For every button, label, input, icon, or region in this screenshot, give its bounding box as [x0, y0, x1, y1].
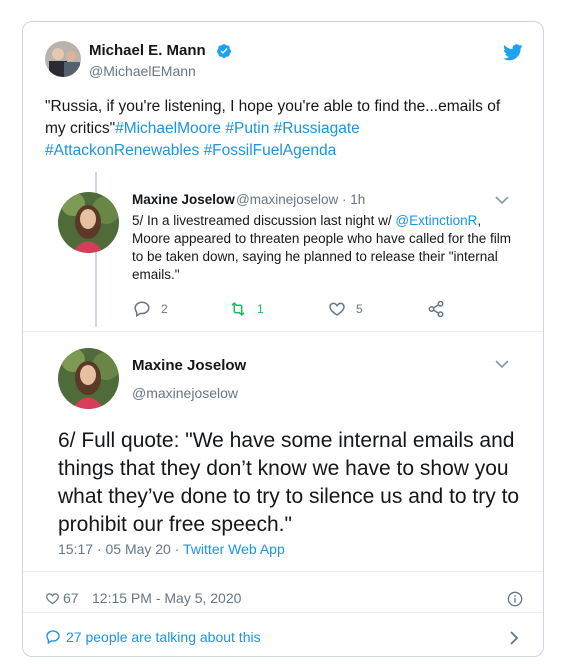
share-icon	[428, 300, 444, 318]
tweet-quote-text: "Russia, if you're listening, I hope you…	[45, 98, 501, 137]
author-avatar[interactable]	[45, 41, 81, 77]
quoted-author-meta[interactable]: @maxinejoselow · 1h	[236, 192, 365, 207]
quoted-text-before: 5/ In a livestreamed discussion last nig…	[132, 213, 396, 228]
reply-count: 2	[161, 302, 168, 316]
quoted-author-name[interactable]: Maxine Joselow	[132, 192, 235, 207]
chevron-down-icon[interactable]	[495, 359, 509, 369]
tweet-embed-card: Michael E. Mann @MichaelEMann "Russia, i…	[22, 21, 544, 657]
quoted-tweet-text: 6/ Full quote: "We have some internal em…	[58, 429, 520, 536]
info-icon[interactable]	[507, 591, 523, 607]
divider	[23, 571, 543, 572]
reply-button[interactable]: 2	[133, 300, 168, 318]
divider	[23, 612, 543, 613]
hashtag-link[interactable]: #Russiagate	[274, 120, 360, 137]
share-button[interactable]	[427, 300, 455, 318]
chevron-down-icon[interactable]	[495, 195, 509, 205]
author-name[interactable]: Michael E. Mann	[89, 42, 206, 59]
quoted-author-handle[interactable]: @maxinejoselow	[132, 385, 238, 401]
heart-icon	[329, 302, 345, 316]
like-button[interactable]: 5	[328, 300, 363, 318]
hashtag-link[interactable]: #Putin	[225, 120, 269, 137]
footer-like-count: 67	[63, 590, 79, 606]
comment-icon	[46, 630, 60, 645]
footer-like-button[interactable]: 67	[45, 590, 79, 606]
heart-icon	[46, 592, 59, 604]
talking-link[interactable]: 27 people are talking about this	[45, 629, 261, 645]
retweet-count: 1	[257, 302, 264, 316]
hashtag-link[interactable]: #AttackonRenewables	[45, 142, 199, 159]
hashtag-link[interactable]: #MichaelMoore	[115, 120, 221, 137]
hashtag-link[interactable]: #FossilFuelAgenda	[204, 142, 337, 159]
twitter-bird-icon[interactable]	[503, 44, 523, 61]
divider	[23, 331, 543, 332]
reply-icon	[134, 301, 150, 318]
tweet-timestamp: 15:17 · 05 May 20 · Twitter Web App	[58, 541, 285, 557]
quoted-author-avatar[interactable]	[58, 348, 119, 409]
quoted-author-avatar[interactable]	[58, 192, 119, 253]
quoted-tweet-text: 5/ In a livestreamed discussion last nig…	[132, 212, 512, 284]
chevron-right-icon[interactable]	[509, 631, 519, 645]
retweet-icon	[231, 301, 245, 317]
verified-badge-icon	[217, 44, 232, 58]
like-count: 5	[356, 302, 363, 316]
quoted-author-name[interactable]: Maxine Joselow	[132, 357, 246, 374]
timestamp-text[interactable]: 15:17 · 05 May 20 ·	[58, 541, 183, 557]
mention-link[interactable]: @ExtinctionR	[395, 213, 477, 228]
author-handle[interactable]: @MichaelEMann	[89, 63, 196, 79]
source-app-link[interactable]: Twitter Web App	[183, 541, 285, 557]
retweet-button[interactable]: 1	[229, 300, 264, 318]
tweet-time[interactable]: 12:15 PM - May 5, 2020	[92, 590, 241, 606]
talking-text: 27 people are talking about this	[66, 629, 261, 645]
tweet-text: "Russia, if you're listening, I hope you…	[45, 96, 515, 162]
